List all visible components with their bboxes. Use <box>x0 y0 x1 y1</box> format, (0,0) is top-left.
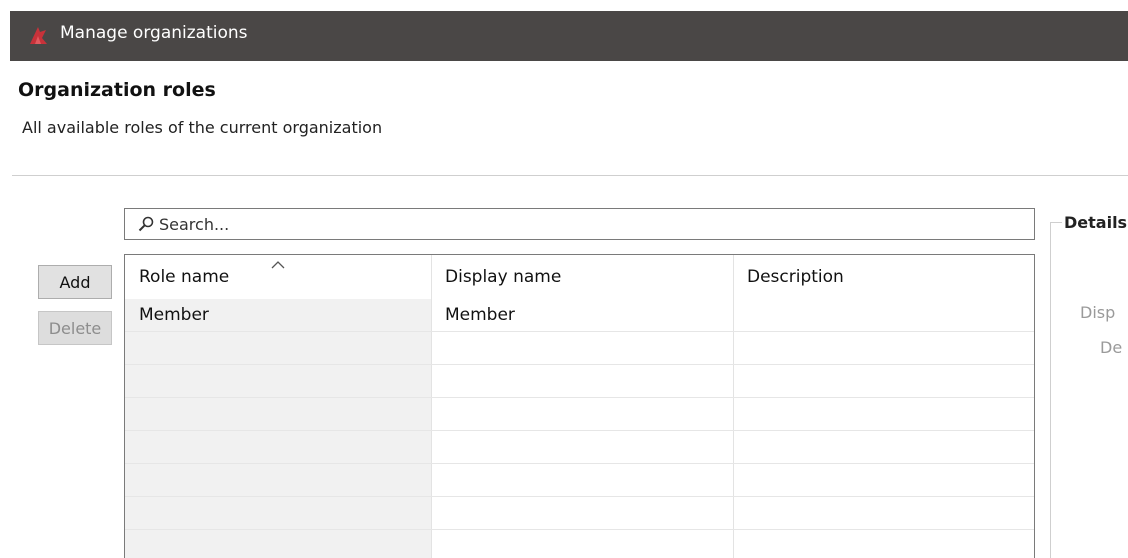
search-box[interactable] <box>124 208 1035 240</box>
cell-display-name: Member <box>445 305 515 325</box>
table-row-empty <box>125 398 1034 431</box>
table-row-empty <box>125 365 1034 398</box>
search-icon <box>138 216 154 232</box>
column-header-description[interactable]: Description <box>733 255 1034 299</box>
header-separator <box>12 175 1128 176</box>
column-header-role-name[interactable]: Role name <box>125 255 431 299</box>
delete-button[interactable]: Delete <box>38 311 112 345</box>
details-group-border <box>1050 222 1051 558</box>
sort-ascending-icon <box>271 255 285 269</box>
column-header-label: Description <box>747 267 844 287</box>
details-group-border <box>1050 222 1062 223</box>
search-input[interactable] <box>159 212 1019 236</box>
table-row[interactable]: Member Member <box>125 299 1034 332</box>
roles-table: Role name Display name Description Membe… <box>124 254 1035 558</box>
table-row-empty <box>125 431 1034 464</box>
table-row-empty <box>125 530 1034 558</box>
details-field-label: De <box>1100 338 1123 357</box>
table-row-empty <box>125 332 1034 365</box>
section-title: Organization roles <box>18 79 216 101</box>
column-header-display-name[interactable]: Display name <box>431 255 733 299</box>
add-button[interactable]: Add <box>38 265 112 299</box>
column-header-label: Role name <box>139 267 230 287</box>
column-header-label: Display name <box>445 267 562 287</box>
table-row-empty <box>125 464 1034 497</box>
section-subtitle: All available roles of the current organ… <box>22 118 383 137</box>
table-row-empty <box>125 497 1034 530</box>
details-field-label: Disp <box>1080 303 1116 322</box>
cell-description <box>733 299 1034 332</box>
details-group-title: Details <box>1064 213 1128 232</box>
title-bar: Manage organizations <box>10 11 1128 61</box>
app-logo-icon <box>26 24 50 48</box>
window-title: Manage organizations <box>60 23 248 43</box>
cell-role-name: Member <box>139 305 209 325</box>
